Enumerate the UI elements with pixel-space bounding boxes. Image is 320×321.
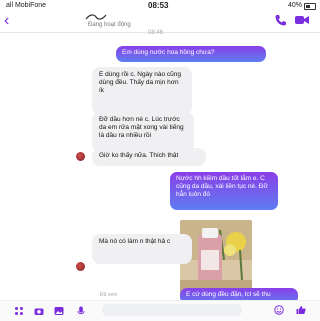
contact-avatar[interactable]: [76, 152, 85, 161]
contact-avatar[interactable]: [76, 262, 85, 271]
outgoing-message[interactable]: Em dùng nước hoa hồng chưa?: [116, 46, 266, 62]
message-text: Đỡ dầu hơn nè c. Lúc trước da em rửa mặt…: [99, 116, 184, 139]
battery-percent: 40%: [287, 2, 302, 9]
status-bar: all MobiFone 08:53 40%: [0, 0, 320, 12]
like-thumb-icon[interactable]: [296, 305, 306, 315]
message-text: Giờ ko thấy nữa. Thích thật: [99, 152, 179, 159]
video-call-icon[interactable]: [294, 14, 310, 26]
active-status: Đang hoạt động: [88, 22, 131, 28]
image-icon[interactable]: [54, 306, 64, 316]
emoji-icon[interactable]: [274, 305, 284, 315]
message-text: Mà nó có làm n thật hả c: [99, 238, 171, 245]
carrier-label: all MobiFone: [6, 2, 47, 9]
battery-icon: [304, 3, 316, 10]
incoming-message[interactable]: E dùng rồi c. Ngày nào cũng dùng đều. Th…: [92, 67, 192, 115]
message-text: Em dùng nước hoa hồng chưa?: [122, 49, 215, 56]
microphone-icon[interactable]: [76, 306, 86, 316]
outgoing-message[interactable]: Nước hh kiềm dầu tốt lắm e. C cũng da dầ…: [170, 172, 278, 210]
message-text: E dùng rồi c. Ngày nào cũng dùng đều. Th…: [99, 71, 182, 94]
menu-grid-icon[interactable]: [14, 306, 24, 316]
clock: 08:53: [148, 1, 169, 10]
incoming-message[interactable]: Đỡ dầu hơn nè c. Lúc trước da em rửa mặt…: [92, 112, 194, 152]
message-text: E cứ dùng đều đặn, lcl sẽ thu: [186, 291, 271, 298]
seen-receipt: Đã xem: [100, 292, 118, 298]
contact-name-scribble: [85, 14, 107, 20]
message-input[interactable]: [102, 304, 242, 316]
incoming-message[interactable]: Giờ ko thấy nữa. Thích thật: [92, 148, 206, 166]
message-timestamp: 08:46: [148, 30, 164, 36]
back-chevron-icon[interactable]: ‹: [4, 12, 9, 30]
message-text: Nước hh kiềm dầu tốt lắm e. C cũng da dầ…: [176, 175, 268, 198]
camera-icon[interactable]: [34, 306, 44, 316]
phone-call-icon[interactable]: [274, 13, 288, 27]
incoming-message[interactable]: Mà nó có làm n thật hả c: [92, 234, 192, 264]
